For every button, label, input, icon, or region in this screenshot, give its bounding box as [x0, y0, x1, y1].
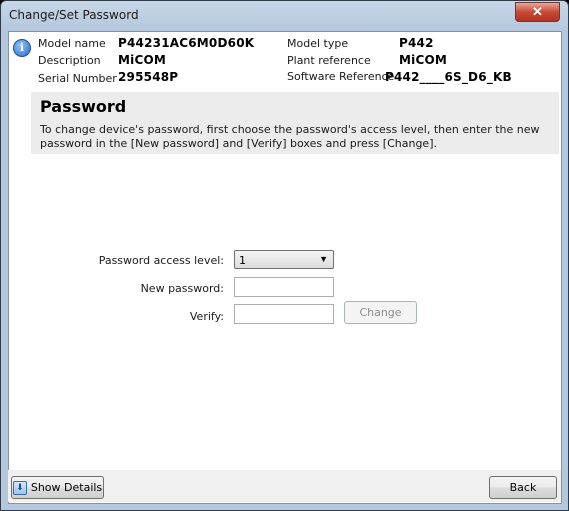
access-level-label: Password access level:: [98, 254, 224, 267]
footer-bar: ⬇ Show Details Back: [8, 470, 561, 502]
access-level-select[interactable]: 1 ▼: [234, 250, 334, 269]
section-heading: Password: [40, 97, 127, 116]
chevron-down-icon: ▼: [319, 254, 328, 264]
title-bar[interactable]: Change/Set Password ✕: [1, 1, 568, 31]
serial-number-value: 295548P: [118, 70, 179, 84]
model-type-value: P442: [399, 36, 434, 50]
plant-reference-label: Plant reference: [287, 54, 371, 67]
password-info-panel: Password To change device's password, fi…: [31, 92, 559, 154]
verify-label: Verify:: [189, 310, 224, 323]
back-button[interactable]: Back: [489, 476, 557, 499]
show-details-label: Show Details: [30, 481, 103, 494]
close-button[interactable]: ✕: [515, 2, 560, 22]
serial-number-label: Serial Number: [38, 72, 117, 85]
new-password-input[interactable]: [234, 277, 334, 297]
window-title: Change/Set Password: [9, 8, 139, 22]
show-details-button[interactable]: ⬇ Show Details: [11, 476, 104, 499]
description-label: Description: [38, 54, 101, 67]
model-type-label: Model type: [287, 37, 349, 50]
model-name-value: P44231AC6M0D60K: [118, 36, 255, 50]
info-icon: i: [13, 39, 31, 57]
description-value: MiCOM: [118, 53, 167, 67]
dialog-window: Change/Set Password ✕ i Model name P4423…: [0, 0, 569, 511]
arrow-down-icon: ⬇: [12, 481, 27, 495]
dialog-content: i Model name P44231AC6M0D60K Description…: [8, 31, 562, 504]
verify-input[interactable]: [234, 304, 334, 324]
model-name-label: Model name: [38, 37, 106, 50]
new-password-label: New password:: [140, 282, 224, 295]
section-description: To change device's password, first choos…: [40, 123, 540, 150]
close-icon: ✕: [532, 4, 543, 19]
software-reference-label: Software Reference: [287, 70, 395, 83]
plant-reference-value: MiCOM: [399, 53, 448, 67]
access-level-value: 1: [239, 254, 246, 267]
change-button[interactable]: Change: [344, 301, 417, 324]
software-reference-value: P442____6S_D6_KB: [385, 70, 512, 84]
